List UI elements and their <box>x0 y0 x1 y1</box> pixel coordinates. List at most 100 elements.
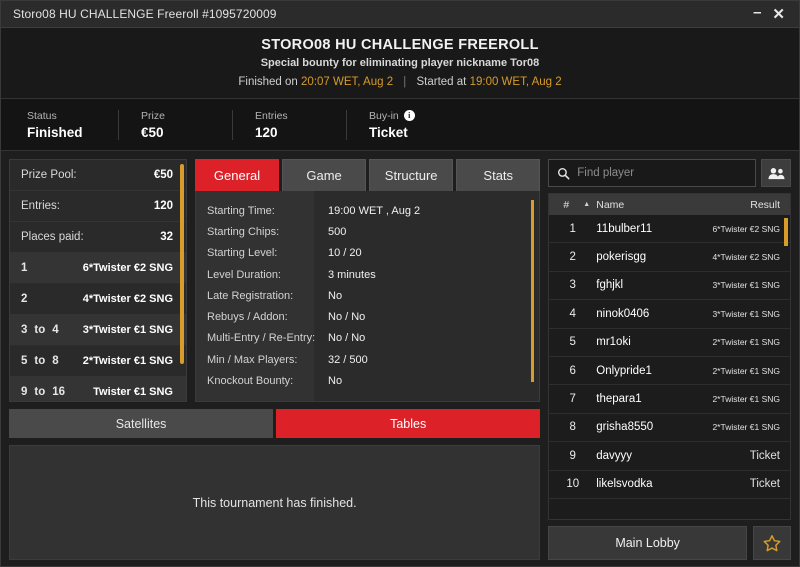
payout-rank: 5 to 8 <box>21 355 59 367</box>
buyin-label: Buy-in i <box>369 110 439 122</box>
header-number[interactable]: # <box>549 199 583 211</box>
table-row[interactable]: 3 fghjkl 3*Twister €1 SNG <box>549 272 790 301</box>
table-row[interactable]: 1 11bulber11 6*Twister €2 SNG <box>549 215 790 244</box>
general-value: 32 / 500 <box>328 353 368 366</box>
player-result: 3*Twister €1 SNG <box>712 308 780 319</box>
general-scrollbar[interactable] <box>531 200 535 382</box>
player-result: 2*Twister €1 SNG <box>712 422 780 433</box>
payout-row[interactable]: 3 to 4 3*Twister €1 SNG <box>10 315 186 346</box>
general-label: Multi-Entry / Re-Entry: <box>207 332 316 345</box>
search-box[interactable] <box>548 159 756 187</box>
tables-panel: This tournament has finished. <box>9 445 541 560</box>
table-row[interactable]: 10 likelsvodka Ticket <box>549 471 790 499</box>
payout-row[interactable]: 9 to 16 Twister €1 SNG <box>10 377 186 401</box>
people-icon <box>768 167 784 179</box>
player-rank: 4 <box>569 307 576 320</box>
player-rank: 2 <box>569 251 576 264</box>
prize-pool-value: €50 <box>153 169 173 181</box>
table-row[interactable]: 2 pokerisgg 4*Twister €2 SNG <box>549 243 790 272</box>
payout-row[interactable]: 1 6*Twister €2 SNG <box>10 253 186 284</box>
tab-bar: General Game Structure Stats <box>195 159 541 191</box>
payout-to: 4 <box>52 324 59 336</box>
player-rank: 10 <box>566 478 580 491</box>
payout-from: 9 <box>21 386 28 398</box>
status-cell-status: Status Finished <box>27 109 119 140</box>
tab-satellites[interactable]: Satellites <box>9 409 274 438</box>
star-icon <box>763 534 781 551</box>
table-row[interactable]: 7 thepara1 2*Twister €1 SNG <box>549 385 790 414</box>
tab-general[interactable]: General <box>195 159 280 191</box>
general-label: Starting Chips: <box>207 225 280 238</box>
player-name: thepara1 <box>596 393 642 406</box>
info-icon[interactable]: i <box>403 110 415 121</box>
status-cell-buyin: Buy-in i Ticket <box>369 110 461 140</box>
prize-label: Prize <box>141 109 165 122</box>
table-row[interactable]: 8 grisha8550 2*Twister €1 SNG <box>549 414 790 443</box>
header-result[interactable]: Result <box>750 199 780 211</box>
places-paid-row: Places paid: 32 <box>10 222 186 253</box>
prize-value: €50 <box>141 124 164 140</box>
title-bar: Storo08 HU CHALLENGE Freeroll #109572000… <box>1 1 799 28</box>
general-value: 19:00 WET , Aug 2 <box>328 204 421 217</box>
search-input[interactable] <box>577 167 747 179</box>
player-name: Onlypride1 <box>596 364 652 377</box>
entries-label: Entries <box>255 109 288 122</box>
header-name[interactable]: Name <box>596 199 750 211</box>
payout-from: 2 <box>21 293 28 305</box>
player-name: fghjkl <box>596 279 624 292</box>
general-value: No / No <box>328 332 366 345</box>
tournament-title: STORO08 HU CHALLENGE FREEROLL <box>261 37 539 53</box>
payout-prize: 2*Twister €1 SNG <box>82 355 173 367</box>
player-rank: 1 <box>569 222 576 235</box>
player-rank: 8 <box>569 421 576 434</box>
table-row[interactable]: 5 mr1oki 2*Twister €1 SNG <box>549 329 790 357</box>
player-rank: 7 <box>569 393 576 406</box>
player-result: 3*Twister €1 SNG <box>712 280 780 291</box>
player-rank: 3 <box>569 279 576 292</box>
payout-rank: 3 to 4 <box>21 324 59 336</box>
satellites-tables-tabbar: Satellites Tables <box>9 409 541 438</box>
payout-row[interactable]: 5 to 8 2*Twister €1 SNG <box>10 346 186 377</box>
status-value: Finished <box>27 124 83 140</box>
favorite-button[interactable] <box>753 526 791 560</box>
players-filter-button[interactable] <box>761 159 791 187</box>
finished-label: Finished on <box>238 76 298 88</box>
places-paid-value: 32 <box>160 231 173 243</box>
buyin-label-text: Buy-in <box>369 109 399 122</box>
payout-rank: 9 to 16 <box>21 386 65 398</box>
player-rank: 6 <box>569 364 576 377</box>
player-name: grisha8550 <box>596 421 654 434</box>
payout-row[interactable]: 2 4*Twister €2 SNG <box>10 284 186 315</box>
tab-tables[interactable]: Tables <box>276 409 541 438</box>
payout-conn: to <box>34 386 46 398</box>
main-lobby-button[interactable]: Main Lobby <box>548 526 747 560</box>
tab-game[interactable]: Game <box>282 159 367 191</box>
general-labels-column: Starting Time: Starting Chips: Starting … <box>196 191 316 401</box>
status-cell-entries: Entries 120 <box>255 109 347 140</box>
general-label: Starting Level: <box>207 247 278 260</box>
tournament-lobby-window: Storo08 HU CHALLENGE Freeroll #109572000… <box>0 0 800 567</box>
tab-stats[interactable]: Stats <box>456 159 541 191</box>
minimize-icon[interactable]: – <box>753 5 761 20</box>
player-result: 2*Twister €1 SNG <box>712 337 780 348</box>
prize-pool-scrollbar[interactable] <box>180 164 184 364</box>
center-panel: General Game Structure Stats Starting Ti… <box>195 159 541 402</box>
player-rank: 9 <box>569 449 576 462</box>
prize-entries-row: Entries: 120 <box>10 191 186 222</box>
tab-structure[interactable]: Structure <box>369 159 454 191</box>
payout-prize: Twister €1 SNG <box>93 386 173 398</box>
player-rank: 5 <box>569 336 576 349</box>
table-row[interactable]: 9 davyyy Ticket <box>549 442 790 471</box>
general-label: Starting Time: <box>207 204 275 217</box>
main-body: Prize Pool: €50 Entries: 120 Places paid… <box>1 151 799 566</box>
table-row[interactable]: 4 ninok0406 3*Twister €1 SNG <box>549 300 790 329</box>
players-scrollbar[interactable] <box>784 218 788 246</box>
close-icon[interactable]: ✕ <box>772 7 785 22</box>
started-time: 19:00 WET <box>469 76 526 88</box>
sort-ascending-icon[interactable]: ▲ <box>583 201 596 208</box>
player-result: 2*Twister €1 SNG <box>712 394 780 405</box>
table-row[interactable]: 6 Onlypride1 2*Twister €1 SNG <box>549 357 790 386</box>
general-label: Level Duration: <box>207 268 281 281</box>
window-title: Storo08 HU CHALLENGE Freeroll #109572000… <box>13 7 277 21</box>
status-cell-prize: Prize €50 <box>141 109 233 140</box>
